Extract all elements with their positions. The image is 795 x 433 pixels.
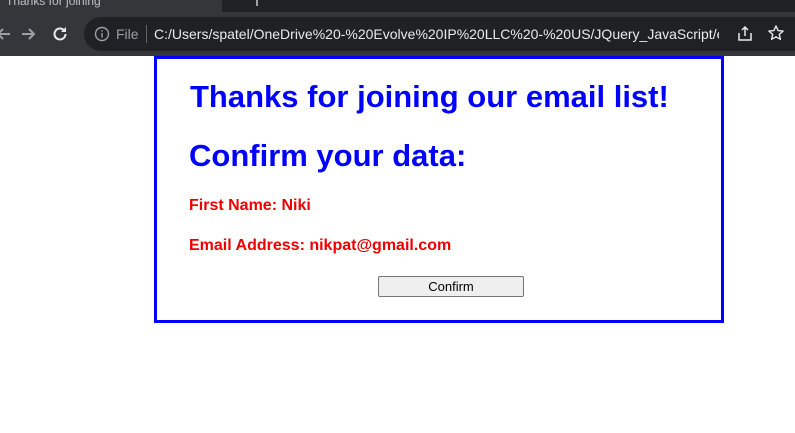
tab-title: Thanks for joining — [6, 0, 101, 8]
confirmation-card: Thanks for joining our email list! Confi… — [154, 56, 724, 323]
browser-tab[interactable]: Thanks for joining — [0, 0, 222, 12]
address-bar[interactable]: File C:/Users/spatel/OneDrive%20-%20Evol… — [84, 17, 795, 51]
address-separator — [146, 25, 147, 43]
file-label: File — [116, 26, 139, 42]
confirm-button[interactable]: Confirm — [378, 276, 524, 297]
forward-icon[interactable] — [14, 20, 42, 48]
page-title: Thanks for joining our email list! — [190, 79, 669, 114]
star-icon[interactable] — [767, 24, 785, 42]
url-text[interactable]: C:/Users/spatel/OneDrive%20-%20Evolve%20… — [154, 26, 719, 42]
info-icon[interactable] — [94, 26, 110, 42]
reload-icon[interactable] — [46, 20, 74, 48]
tab-strip: Thanks for joining — [0, 0, 795, 12]
email-address-value: Email Address: nikpat@gmail.com — [189, 237, 452, 254]
tab-separator — [256, 0, 258, 6]
share-icon[interactable] — [736, 25, 754, 43]
confirm-heading: Confirm your data: — [189, 138, 467, 173]
browser-toolbar: File C:/Users/spatel/OneDrive%20-%20Evol… — [0, 12, 795, 56]
first-name-value: First Name: Niki — [189, 197, 311, 214]
browser-chrome: Thanks for joining File C:/Users/spatel/… — [0, 0, 795, 56]
